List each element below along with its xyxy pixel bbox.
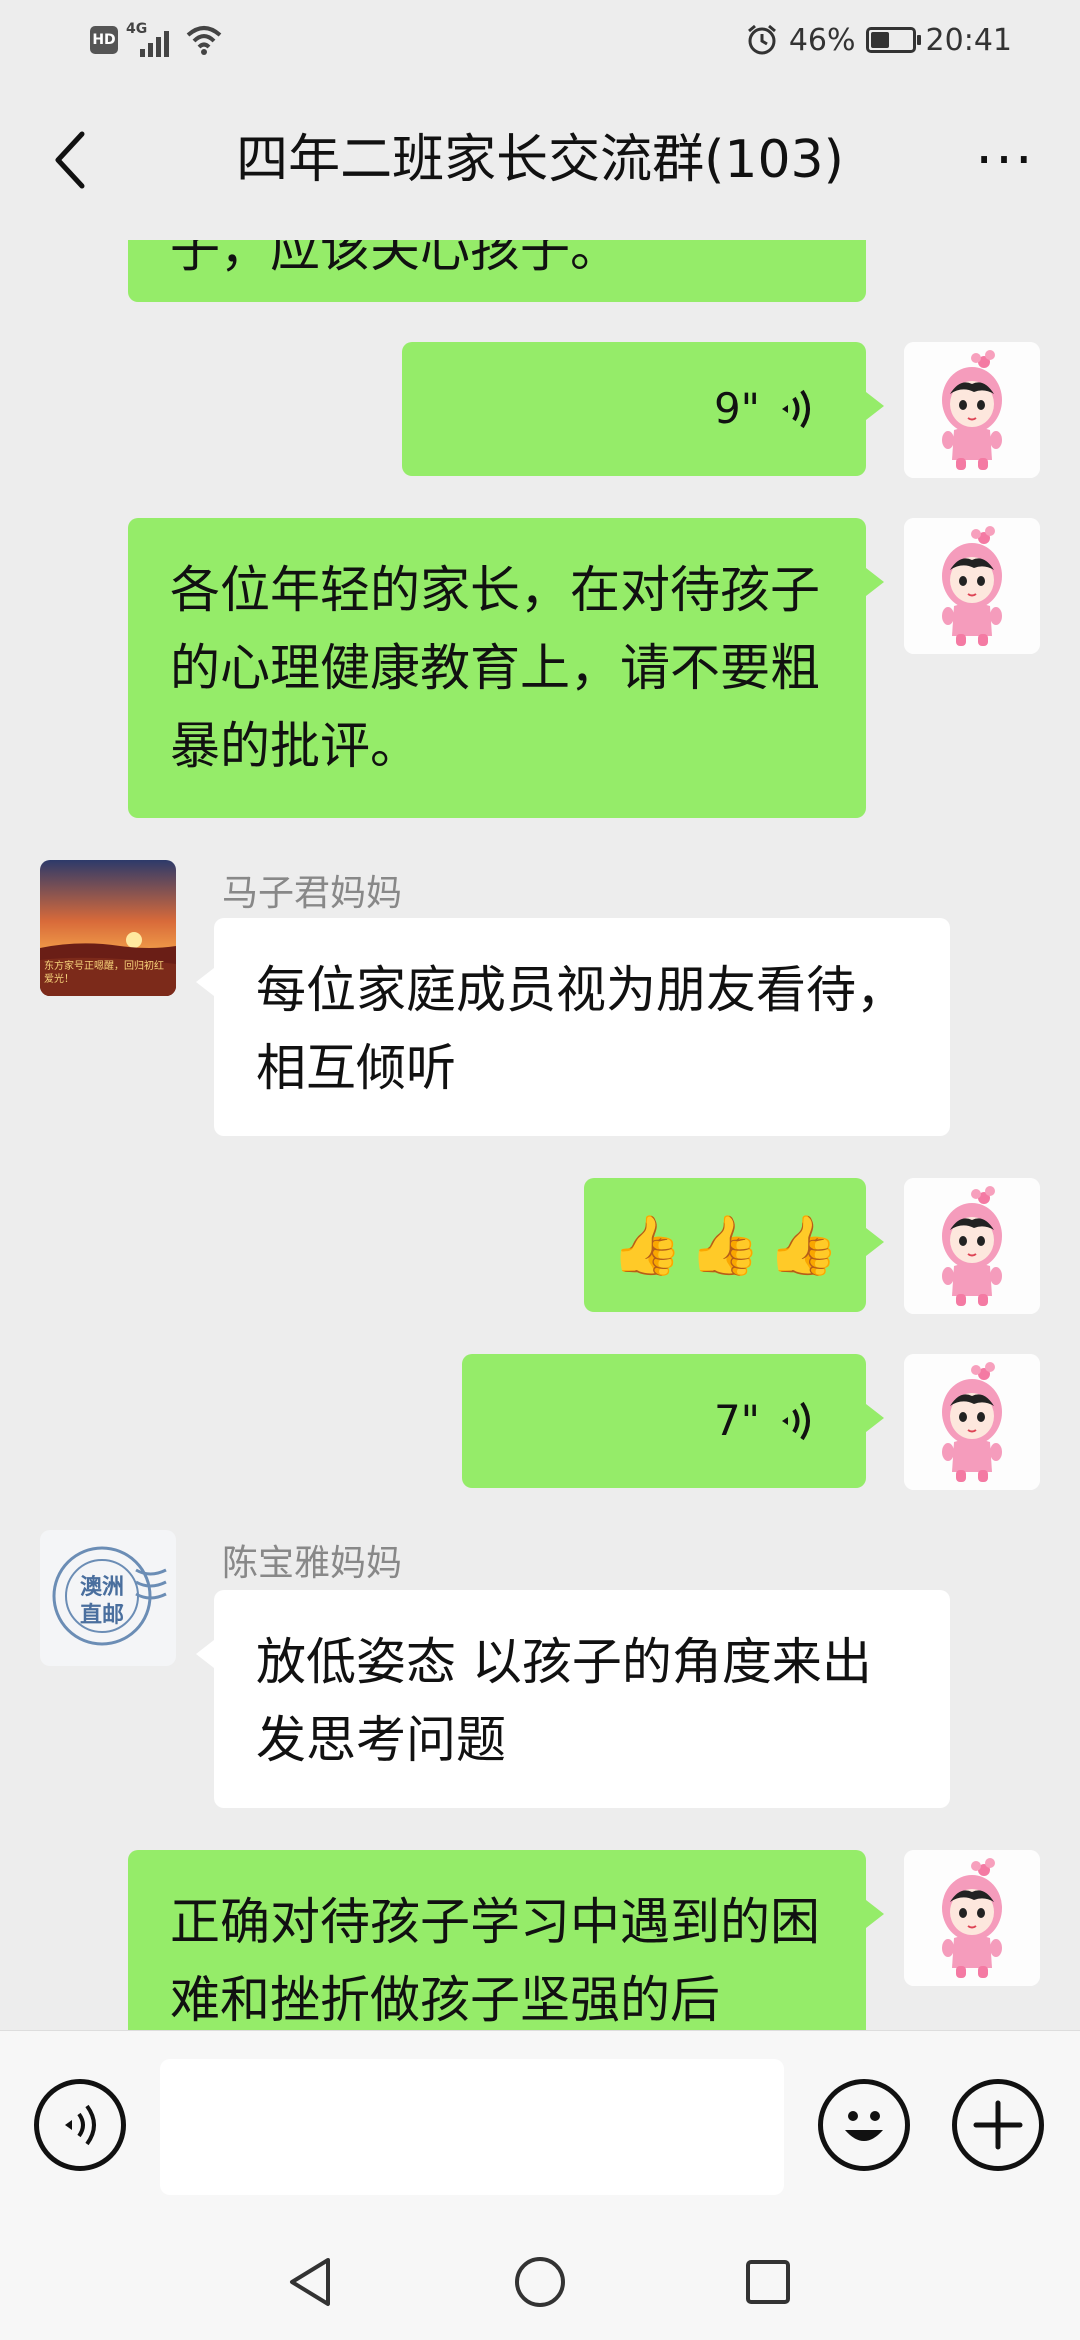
hd-badge: HD <box>90 26 118 54</box>
wifi-icon <box>186 26 222 55</box>
message-list[interactable]: 子，应该关心孩子。 9" 各位年轻的家长，在对待孩子的心理健康教育上，请不要粗暴… <box>0 240 1080 2030</box>
voice-duration: 7" <box>713 1396 760 1445</box>
message-bubble[interactable]: 放低姿态 以孩子的角度来出发思考问题 <box>196 1590 950 1808</box>
message-bubble[interactable]: 每位家庭成员视为朋友看待，相互倾听 <box>196 918 950 1136</box>
nav-recents-button[interactable] <box>728 2242 808 2322</box>
plus-icon <box>973 2100 1023 2150</box>
emoji-message-bubble[interactable]: 👍 👍 👍 <box>584 1178 884 1312</box>
clock: 20:41 <box>925 22 1012 58</box>
nav-back-icon <box>290 2258 330 2306</box>
more-dots-icon: ··· <box>975 127 1035 193</box>
message-bubble[interactable]: 各位年轻的家长，在对待孩子的心理健康教育上，请不要粗暴的批评。 <box>128 518 884 818</box>
my-avatar[interactable] <box>904 518 1040 654</box>
nav-home-icon <box>515 2257 565 2307</box>
chat-screen: HD 4G 46% 20:41 四年二班家长交流群(103) ··· 子，应该关… <box>0 0 1080 2340</box>
status-left: HD 4G <box>90 20 224 60</box>
voice-input-button[interactable] <box>34 2079 126 2171</box>
thumbs-up-icon: 👍 <box>688 1211 762 1279</box>
thumbs-up-icon: 👍 <box>610 1211 683 1279</box>
sender-avatar[interactable]: 澳洲直邮 <box>40 1530 176 1666</box>
battery-percent: 46% <box>788 22 856 58</box>
voice-input-icon <box>65 2104 96 2146</box>
message-input[interactable] <box>160 2059 784 2195</box>
chat-title: 四年二班家长交流群(103) <box>236 130 844 190</box>
cellular-signal-icon: 4G <box>126 21 176 57</box>
nav-home-button[interactable] <box>500 2242 580 2322</box>
title-bar: 四年二班家长交流群(103) ··· <box>0 80 1080 240</box>
message-text: 正确对待孩子学习中遇到的困难和挫折做孩子坚强的后 <box>170 1893 820 2029</box>
sender-avatar[interactable]: 东方家号正嗯醒，回归初红爱光！ <box>40 860 176 996</box>
my-avatar[interactable] <box>904 1850 1040 1986</box>
message-bubble[interactable]: 正确对待孩子学习中遇到的困难和挫折做孩子坚强的后 <box>128 1850 884 2030</box>
voice-message-bubble[interactable]: 7" <box>462 1354 884 1488</box>
status-right: 46% 20:41 <box>745 20 1012 60</box>
message-text: 各位年轻的家长，在对待孩子的心理健康教育上，请不要粗暴的批评。 <box>170 561 820 775</box>
voice-duration: 9" <box>713 384 760 433</box>
voice-wave-icon <box>782 389 810 429</box>
input-bar <box>0 2030 1080 2220</box>
nav-back-button[interactable] <box>270 2242 350 2322</box>
message-text: 子，应该关心孩子。 <box>170 240 620 278</box>
message-bubble[interactable]: 子，应该关心孩子。 <box>128 240 866 302</box>
my-avatar[interactable] <box>904 1178 1040 1314</box>
sender-name: 陈宝雅妈妈 <box>222 1543 403 1584</box>
alarm-icon <box>747 24 776 55</box>
more-button[interactable]: ··· <box>960 120 1050 200</box>
message-text: 放低姿态 以孩子的角度来出发思考问题 <box>256 1633 872 1769</box>
back-arrow-icon <box>55 131 85 189</box>
emoji-button[interactable] <box>818 2079 910 2171</box>
plus-button[interactable] <box>952 2079 1044 2171</box>
message-text: 每位家庭成员视为朋友看待，相互倾听 <box>256 961 906 1097</box>
emoji-icon <box>845 2111 883 2141</box>
battery-icon <box>865 27 921 53</box>
sender-name: 马子君妈妈 <box>222 873 403 914</box>
avatar-caption: 澳洲直邮 <box>79 1575 124 1628</box>
voice-message-bubble[interactable]: 9" <box>402 342 884 476</box>
my-avatar[interactable] <box>904 342 1040 478</box>
battery-fill <box>870 32 889 48</box>
status-bar: HD 4G 46% 20:41 <box>0 0 1080 80</box>
back-button[interactable] <box>30 120 110 200</box>
system-nav-bar <box>0 2220 1080 2340</box>
thumbs-up-icon: 👍 <box>767 1211 840 1279</box>
nav-recents-icon <box>746 2260 790 2304</box>
my-avatar[interactable] <box>904 1354 1040 1490</box>
voice-wave-icon <box>782 1401 810 1441</box>
avatar-caption: 东方家号正嗯醒，回归初红爱光！ <box>44 961 164 985</box>
